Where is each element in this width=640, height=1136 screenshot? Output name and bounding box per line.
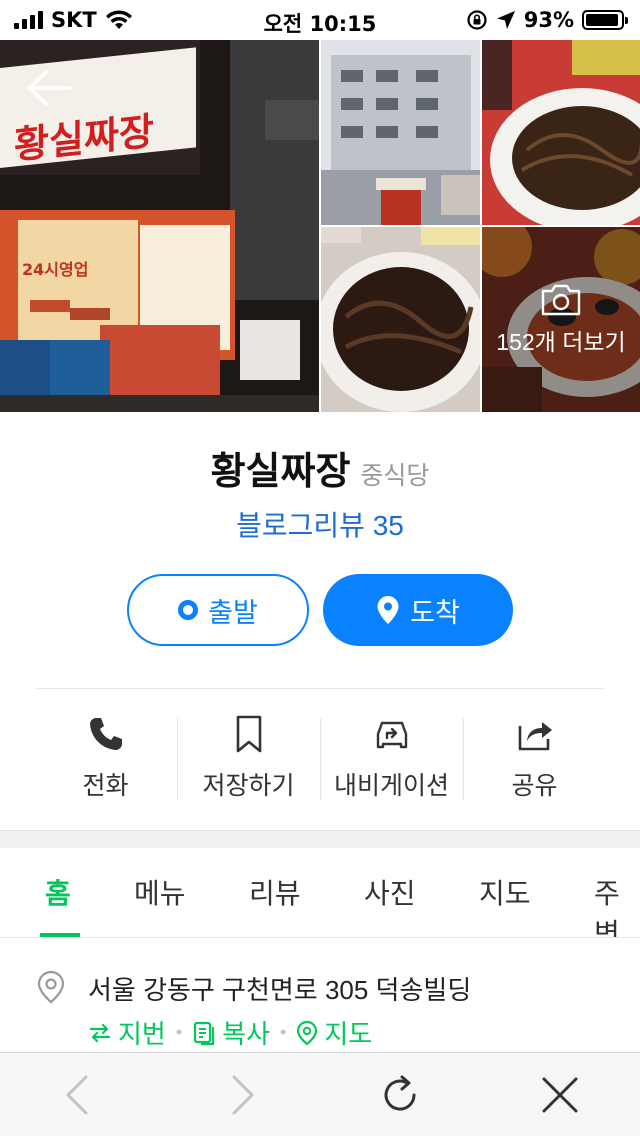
photo-building[interactable] bbox=[321, 40, 480, 225]
phone-icon bbox=[89, 718, 122, 750]
tab-photo[interactable]: 사진 bbox=[364, 872, 416, 912]
building-image bbox=[321, 40, 480, 225]
shop-sign-text: 24시영업 bbox=[22, 260, 88, 279]
map-pin-small-icon bbox=[297, 1020, 318, 1045]
status-bar: SKT 오전 10:15 93% bbox=[0, 0, 640, 40]
active-tab-underline bbox=[40, 933, 80, 937]
tab-menu[interactable]: 메뉴 bbox=[134, 872, 186, 912]
copy-label: 복사 bbox=[222, 1019, 270, 1049]
share-label: 공유 bbox=[511, 772, 558, 800]
place-name: 황실짜장 bbox=[210, 451, 351, 493]
photo-gallery: 황실짜장 24시영업 152개 더보기 bbox=[0, 40, 640, 412]
browser-toolbar bbox=[0, 1052, 640, 1136]
arrive-label: 도착 bbox=[410, 597, 460, 628]
separator-dot: • bbox=[280, 1022, 287, 1042]
noodle-bowl-image bbox=[321, 227, 480, 412]
back-arrow-icon[interactable] bbox=[24, 66, 74, 110]
photo-more[interactable]: 152개 더보기 bbox=[482, 227, 640, 412]
bookmark-icon bbox=[236, 715, 261, 753]
battery-level bbox=[586, 14, 618, 26]
forward-arrow-icon[interactable] bbox=[220, 1073, 264, 1117]
divider bbox=[36, 688, 604, 689]
lot-number-link[interactable]: 지번 bbox=[88, 1014, 166, 1051]
lot-number-label: 지번 bbox=[118, 1019, 166, 1049]
camera-icon bbox=[541, 284, 581, 315]
map-link[interactable]: 지도 bbox=[296, 1014, 372, 1051]
map-pin-icon bbox=[37, 970, 65, 1004]
place-category: 중식당 bbox=[360, 462, 430, 490]
swap-arrows-icon bbox=[89, 1023, 111, 1042]
status-right: 93% bbox=[466, 8, 628, 32]
copy-icon bbox=[194, 1021, 215, 1045]
tab-review[interactable]: 리뷰 bbox=[249, 872, 301, 912]
share-icon bbox=[518, 722, 552, 751]
reload-icon[interactable] bbox=[378, 1073, 422, 1117]
photo-storefront[interactable]: 황실짜장 24시영업 bbox=[0, 40, 319, 412]
depart-button[interactable]: 출발 bbox=[127, 574, 309, 646]
depart-label: 출발 bbox=[208, 597, 258, 628]
save-label: 저장하기 bbox=[202, 772, 295, 800]
tab-nearby[interactable]: 주변 bbox=[594, 872, 640, 937]
share-action[interactable]: 공유 bbox=[463, 704, 606, 814]
close-icon[interactable] bbox=[538, 1073, 582, 1117]
tab-home[interactable]: 홈 bbox=[45, 872, 71, 912]
address-text: 서울 강동구 구천면로 305 덕송빌딩 bbox=[88, 975, 472, 1005]
location-arrow-icon bbox=[496, 11, 515, 29]
location-pin-icon bbox=[377, 596, 399, 624]
action-row: 전화 저장하기 내비게이션 공유 bbox=[34, 704, 606, 814]
back-arrow-icon[interactable] bbox=[56, 1073, 100, 1117]
more-photos-label: 152개 더보기 bbox=[496, 328, 626, 355]
separator-dot: • bbox=[175, 1022, 183, 1042]
call-action[interactable]: 전화 bbox=[34, 704, 177, 814]
photo-noodles-2[interactable] bbox=[321, 227, 480, 412]
section-gap bbox=[0, 830, 640, 848]
call-label: 전화 bbox=[82, 772, 129, 800]
battery-icon bbox=[582, 10, 628, 30]
place-title-row: 황실짜장 중식당 bbox=[0, 440, 640, 495]
blog-review-link[interactable]: 블로그리뷰 35 bbox=[0, 504, 640, 544]
tab-map[interactable]: 지도 bbox=[479, 872, 531, 912]
save-action[interactable]: 저장하기 bbox=[177, 704, 320, 814]
copy-link[interactable]: 복사 bbox=[192, 1014, 270, 1051]
depart-dot-icon bbox=[178, 600, 199, 620]
noodle-plate-image bbox=[482, 40, 640, 225]
address-links: 지번 • 복사 • 지도 bbox=[88, 1014, 372, 1051]
rotation-lock-icon bbox=[467, 10, 487, 30]
address-row: 서울 강동구 구천면로 305 덕송빌딩 지번 • 복사 • 지도 bbox=[36, 966, 636, 1049]
tab-bar: 홈 메뉴 리뷰 사진 지도 주변 bbox=[0, 848, 640, 938]
more-photos-overlay[interactable]: 152개 더보기 bbox=[482, 227, 640, 412]
navigation-car-icon bbox=[376, 721, 407, 749]
navigation-label: 내비게이션 bbox=[333, 772, 449, 800]
navigation-action[interactable]: 내비게이션 bbox=[320, 704, 463, 814]
arrive-button[interactable]: 도착 bbox=[323, 574, 513, 646]
map-label: 지도 bbox=[324, 1019, 373, 1049]
battery-percent: 93% bbox=[523, 8, 574, 32]
photo-noodles-1[interactable] bbox=[482, 40, 640, 225]
